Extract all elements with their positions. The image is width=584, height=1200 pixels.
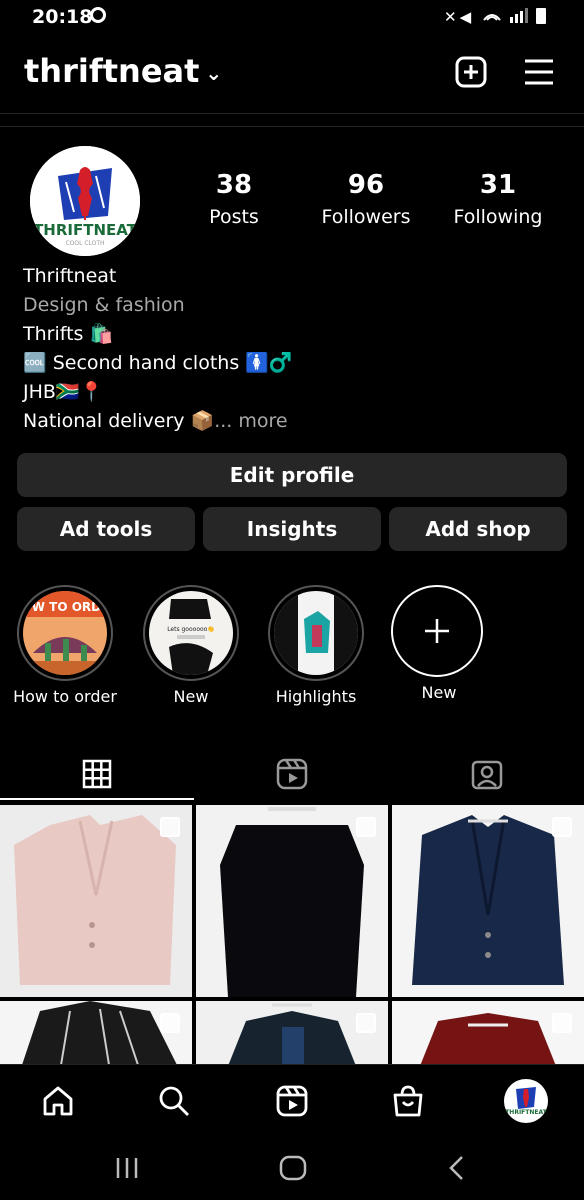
back-chevron-icon: [449, 1156, 463, 1180]
post-thumbnail[interactable]: [0, 1001, 192, 1071]
home-pill-icon: [279, 1155, 307, 1181]
category-label: Design & fashion: [23, 294, 185, 316]
followers-label: Followers: [321, 206, 411, 228]
search-icon: [159, 1086, 189, 1116]
post-thumbnail[interactable]: [196, 805, 388, 997]
system-navigation-bar: [0, 1136, 584, 1200]
tab-posts-grid[interactable]: [0, 746, 194, 802]
add-shop-button[interactable]: Add shop: [389, 507, 567, 551]
reels-icon: [276, 1085, 308, 1117]
active-tab-indicator: [0, 798, 194, 800]
chevron-down-icon: ⌄: [205, 61, 223, 85]
plus-icon: [425, 619, 449, 643]
plus-square-icon: [455, 56, 487, 88]
profile-tabs: [0, 746, 584, 802]
status-bar: 20:18 ✕◀: [0, 0, 584, 36]
bio-line: 🆒 Second hand cloths 🚺♂️: [23, 352, 293, 374]
followers-count: 96: [347, 170, 385, 200]
highlight-cover: [274, 591, 358, 675]
account-switcher[interactable]: thriftneat ⌄: [24, 52, 222, 90]
thriftneat-logo: THRIFTNEAT COOL CLOTH: [30, 146, 140, 256]
svg-text:THRIFTNEAT: THRIFTNEAT: [33, 221, 138, 239]
signal-wifi-battery-icon: ✕◀: [444, 8, 546, 26]
nav-shop[interactable]: [388, 1081, 428, 1121]
following-stat[interactable]: 31 Following: [438, 170, 558, 228]
back-button[interactable]: [442, 1154, 472, 1186]
highlight-ring: [268, 585, 364, 681]
profile-avatar[interactable]: THRIFTNEAT COOL CLOTH: [30, 146, 140, 256]
posts-count: 38: [215, 170, 253, 200]
tab-reels[interactable]: [195, 746, 389, 802]
display-name: Thriftneat: [23, 265, 117, 287]
highlight-ring: Lets goooooo👏: [143, 585, 239, 681]
bio-line-last: National delivery 📦... more: [23, 410, 288, 432]
hamburger-menu-icon: [525, 59, 553, 85]
home-icon: [43, 1086, 73, 1116]
select-checkbox[interactable]: [356, 817, 376, 837]
insights-button[interactable]: Insights: [203, 507, 381, 551]
svg-text:Lets goooooo👏: Lets goooooo👏: [167, 625, 215, 633]
post-thumbnail[interactable]: [392, 1001, 584, 1071]
select-checkbox[interactable]: [356, 1013, 376, 1033]
nav-home[interactable]: [38, 1081, 78, 1121]
new-highlight-button[interactable]: New: [391, 585, 487, 702]
tagged-icon: [471, 760, 503, 790]
select-checkbox[interactable]: [160, 1013, 180, 1033]
edit-profile-button[interactable]: Edit profile: [17, 453, 567, 497]
following-count: 31: [479, 170, 517, 200]
select-checkbox[interactable]: [552, 1013, 572, 1033]
svg-text:COOL CLOTH: COOL CLOTH: [65, 240, 104, 247]
nav-profile[interactable]: THRIFTNEAT: [504, 1079, 548, 1123]
highlight-label: How to order: [13, 687, 117, 706]
sync-icon: [90, 7, 106, 23]
create-button[interactable]: [455, 56, 487, 88]
header-divider: [0, 113, 584, 114]
post-thumbnail[interactable]: [196, 1001, 388, 1071]
profile-avatar-icon: THRIFTNEAT: [505, 1087, 548, 1116]
profile-bio: Thriftneat Design & fashion Thrifts 🛍️ 🆒…: [23, 262, 563, 436]
nav-reels[interactable]: [272, 1081, 312, 1121]
svg-text:HOW TO ORDER: HOW TO ORDER: [23, 600, 107, 614]
highlight-cover: HOW TO ORDER: [23, 591, 107, 675]
more-link[interactable]: ... more: [214, 410, 287, 432]
bottom-navigation: THRIFTNEAT: [0, 1064, 584, 1137]
nav-search[interactable]: [154, 1081, 194, 1121]
followers-stat[interactable]: 96 Followers: [306, 170, 426, 228]
menu-button[interactable]: [523, 56, 555, 88]
recents-icon: [116, 1158, 138, 1178]
highlight-new[interactable]: Lets goooooo👏 New: [143, 585, 239, 706]
following-label: Following: [453, 206, 543, 228]
post-thumbnail[interactable]: [392, 805, 584, 997]
header-divider-2: [0, 126, 584, 127]
bio-line: JHB🇿🇦📍: [23, 381, 104, 403]
username: thriftneat: [24, 52, 200, 90]
new-highlight-ring: [391, 585, 483, 677]
shop-icon: [393, 1085, 423, 1117]
posts-label: Posts: [209, 206, 259, 228]
highlight-cover: Lets goooooo👏: [149, 591, 233, 675]
highlight-highlights[interactable]: Highlights: [268, 585, 364, 706]
posts-stat[interactable]: 38 Posts: [174, 170, 294, 228]
select-checkbox[interactable]: [160, 817, 180, 837]
highlight-ring: HOW TO ORDER: [17, 585, 113, 681]
svg-text:✕◀: ✕◀: [444, 8, 474, 26]
highlight-how-to-order[interactable]: HOW TO ORDER How to order: [13, 585, 117, 706]
grid-icon: [82, 759, 112, 789]
status-time: 20:18: [32, 6, 93, 28]
reels-icon: [276, 758, 308, 790]
ad-tools-button[interactable]: Ad tools: [17, 507, 195, 551]
select-checkbox[interactable]: [552, 817, 572, 837]
tab-tagged[interactable]: [390, 746, 584, 802]
bio-line: Thrifts 🛍️: [23, 323, 114, 345]
profile-header: thriftneat ⌄: [0, 48, 584, 100]
svg-text:THRIFTNEAT: THRIFTNEAT: [505, 1109, 547, 1116]
status-icons: ✕◀: [444, 6, 554, 31]
home-button[interactable]: [278, 1154, 308, 1186]
highlight-label: Highlights: [275, 687, 357, 706]
highlight-label: New: [421, 683, 457, 702]
recents-button[interactable]: [112, 1154, 142, 1186]
highlight-label: New: [173, 687, 209, 706]
post-thumbnail[interactable]: [0, 805, 192, 997]
